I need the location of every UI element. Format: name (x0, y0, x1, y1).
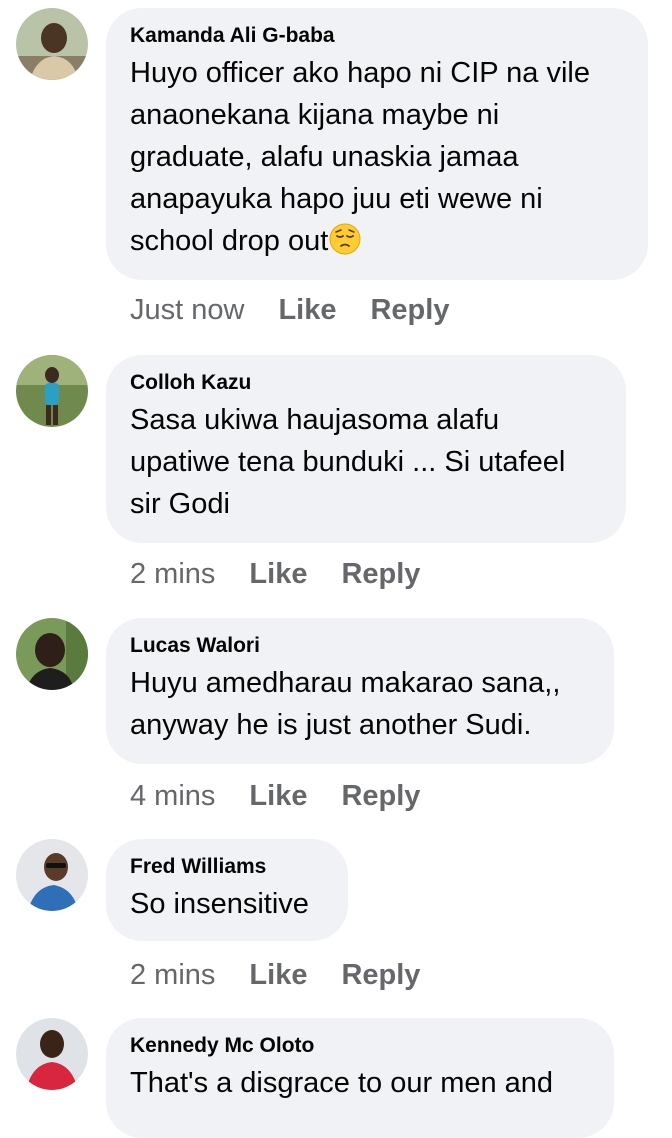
like-button[interactable]: Like (249, 959, 307, 991)
avatar-photo-icon (16, 839, 88, 911)
avatar[interactable] (16, 355, 88, 427)
comment-text: That's a disgrace to our men and (130, 1067, 554, 1099)
comment-text: So insensitive (130, 888, 309, 920)
comment-bubble: Colloh Kazu Sasa ukiwa haujasoma alafu u… (106, 355, 626, 543)
comment-timestamp[interactable]: Just now (130, 294, 244, 326)
reply-button[interactable]: Reply (341, 780, 420, 812)
comment-timestamp[interactable]: 2 mins (130, 558, 215, 590)
comment-text: Huyo officer ako hapo ni CIP na vile ana… (130, 57, 590, 257)
comment-author[interactable]: Fred Williams (130, 853, 324, 881)
pensive-face-emoji-icon (329, 223, 361, 255)
avatar[interactable] (16, 839, 88, 911)
avatar-photo-icon (16, 1018, 88, 1090)
comment-author[interactable]: Colloh Kazu (130, 369, 602, 397)
comment-author[interactable]: Kennedy Mc Oloto (130, 1032, 590, 1060)
comment-bubble: Fred Williams So insensitive (106, 839, 348, 941)
comment-timestamp[interactable]: 4 mins (130, 780, 215, 812)
reply-button[interactable]: Reply (341, 558, 420, 590)
avatar[interactable] (16, 8, 88, 80)
like-button[interactable]: Like (249, 780, 307, 812)
like-button[interactable]: Like (249, 558, 307, 590)
comment-actions: Just now Like Reply (130, 292, 483, 328)
comment-text: Sasa ukiwa haujasoma alafu upatiwe tena … (130, 404, 566, 520)
comment-author[interactable]: Kamanda Ali G-baba (130, 22, 624, 50)
avatar[interactable] (16, 1018, 88, 1090)
comment-actions: 2 mins Like Reply (130, 556, 454, 592)
reply-button[interactable]: Reply (341, 959, 420, 991)
comment-bubble: Lucas Walori Huyu amedharau makarao sana… (106, 618, 614, 764)
comment-bubble: Kamanda Ali G-baba Huyo officer ako hapo… (106, 8, 648, 280)
avatar-photo-icon (16, 355, 88, 427)
avatar[interactable] (16, 618, 88, 690)
comment-timestamp[interactable]: 2 mins (130, 959, 215, 991)
reply-button[interactable]: Reply (370, 294, 449, 326)
comment-bubble: Kennedy Mc Oloto That's a disgrace to ou… (106, 1018, 614, 1138)
comment-actions: 4 mins Like Reply (130, 778, 454, 814)
comment-text: Huyu amedharau makarao sana,, anyway he … (130, 667, 561, 741)
avatar-photo-icon (16, 8, 88, 80)
avatar-photo-icon (16, 618, 88, 690)
like-button[interactable]: Like (278, 294, 336, 326)
comment-author[interactable]: Lucas Walori (130, 632, 590, 660)
comment-actions: 2 mins Like Reply (130, 957, 454, 993)
